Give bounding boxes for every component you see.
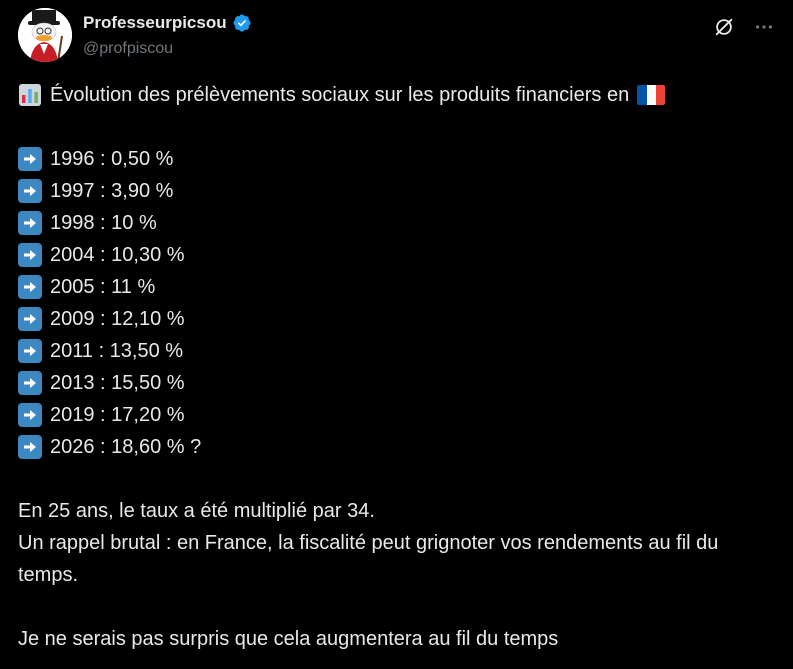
rate-line: 2026 : 18,60 % ?: [18, 431, 778, 463]
rate-text: 2013 : 15,50 %: [50, 372, 185, 394]
author-display-name[interactable]: Professeurpicsou: [83, 13, 227, 33]
author-display-name-row[interactable]: Professeurpicsou: [83, 13, 252, 33]
right-arrow-icon: [18, 211, 42, 235]
post-body: Évolution des prélèvements sociaux sur l…: [18, 79, 778, 655]
rate-text: 1996 : 0,50 %: [50, 148, 174, 170]
rate-text: 2011 : 13,50 %: [50, 340, 184, 362]
rate-line: 1997 : 3,90 %: [18, 175, 778, 207]
grok-icon[interactable]: [713, 16, 735, 38]
rate-line: 1998 : 10 %: [18, 207, 778, 239]
france-flag-icon: [637, 85, 666, 105]
author-names: Professeurpicsou @profpiscou: [83, 13, 252, 59]
rate-line: 2004 : 10,30 %: [18, 239, 778, 271]
avatar[interactable]: [18, 8, 72, 62]
post-title-line: Évolution des prélèvements sociaux sur l…: [18, 79, 778, 111]
right-arrow-icon: [18, 147, 42, 171]
right-arrow-icon: [18, 339, 42, 363]
rate-line: 2013 : 15,50 %: [18, 367, 778, 399]
post-header: Professeurpicsou @profpiscou: [16, 8, 779, 64]
summary-line-2: Un rappel brutal : en France, la fiscali…: [18, 532, 719, 586]
post-title-text: Évolution des prélèvements sociaux sur l…: [50, 84, 630, 106]
summary-line-1: En 25 ans, le taux a été multiplié par 3…: [18, 500, 375, 522]
bar-chart-icon: [18, 83, 42, 107]
more-options-icon[interactable]: [753, 16, 775, 38]
post-top-actions: [713, 16, 775, 38]
right-arrow-icon: [18, 275, 42, 299]
rate-line: 2009 : 12,10 %: [18, 303, 778, 335]
rate-text: 2004 : 10,30 %: [50, 244, 185, 266]
rate-text: 2019 : 17,20 %: [50, 404, 185, 426]
right-arrow-icon: [18, 435, 42, 459]
rate-text: 1997 : 3,90 %: [50, 180, 174, 202]
right-arrow-icon: [18, 243, 42, 267]
rates-list: 1996 : 0,50 % 1997 : 3,90 % 1998 : 10 % …: [18, 143, 778, 463]
rate-line: 2005 : 11 %: [18, 271, 778, 303]
right-arrow-icon: [18, 371, 42, 395]
rate-text: 2026 : 18,60 % ?: [50, 436, 202, 458]
rate-line: 2011 : 13,50 %: [18, 335, 778, 367]
rate-text: 1998 : 10 %: [50, 212, 157, 234]
right-arrow-icon: [18, 307, 42, 331]
avatar-duck-image: [18, 8, 72, 62]
rate-text: 2005 : 11 %: [50, 276, 156, 298]
closing-paragraph: Je ne serais pas surpris que cela augmen…: [18, 628, 559, 650]
right-arrow-icon: [18, 403, 42, 427]
rate-line: 1996 : 0,50 %: [18, 143, 778, 175]
rate-line: 2019 : 17,20 %: [18, 399, 778, 431]
rate-text: 2009 : 12,10 %: [50, 308, 185, 330]
verified-badge-icon[interactable]: [232, 13, 252, 33]
author-handle[interactable]: @profpiscou: [83, 39, 252, 59]
right-arrow-icon: [18, 179, 42, 203]
